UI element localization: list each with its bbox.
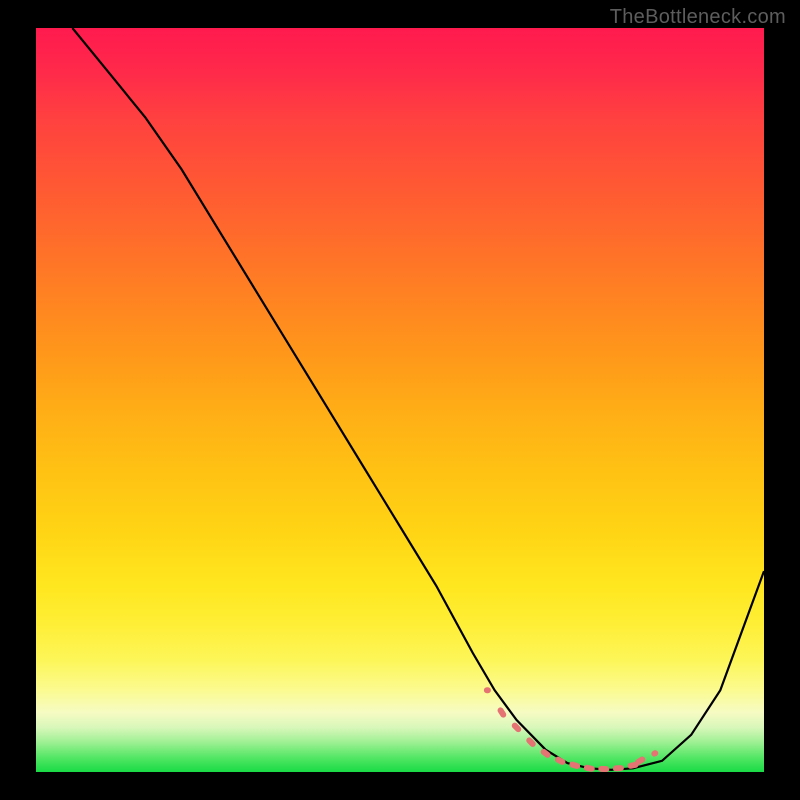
bottleneck-curve-path (72, 28, 764, 770)
watermark-text: TheBottleneck.com (610, 6, 786, 29)
plot-area (36, 28, 764, 772)
highlight-dots (484, 687, 659, 772)
chart-frame: TheBottleneck.com (0, 0, 800, 800)
chart-svg (36, 28, 764, 772)
